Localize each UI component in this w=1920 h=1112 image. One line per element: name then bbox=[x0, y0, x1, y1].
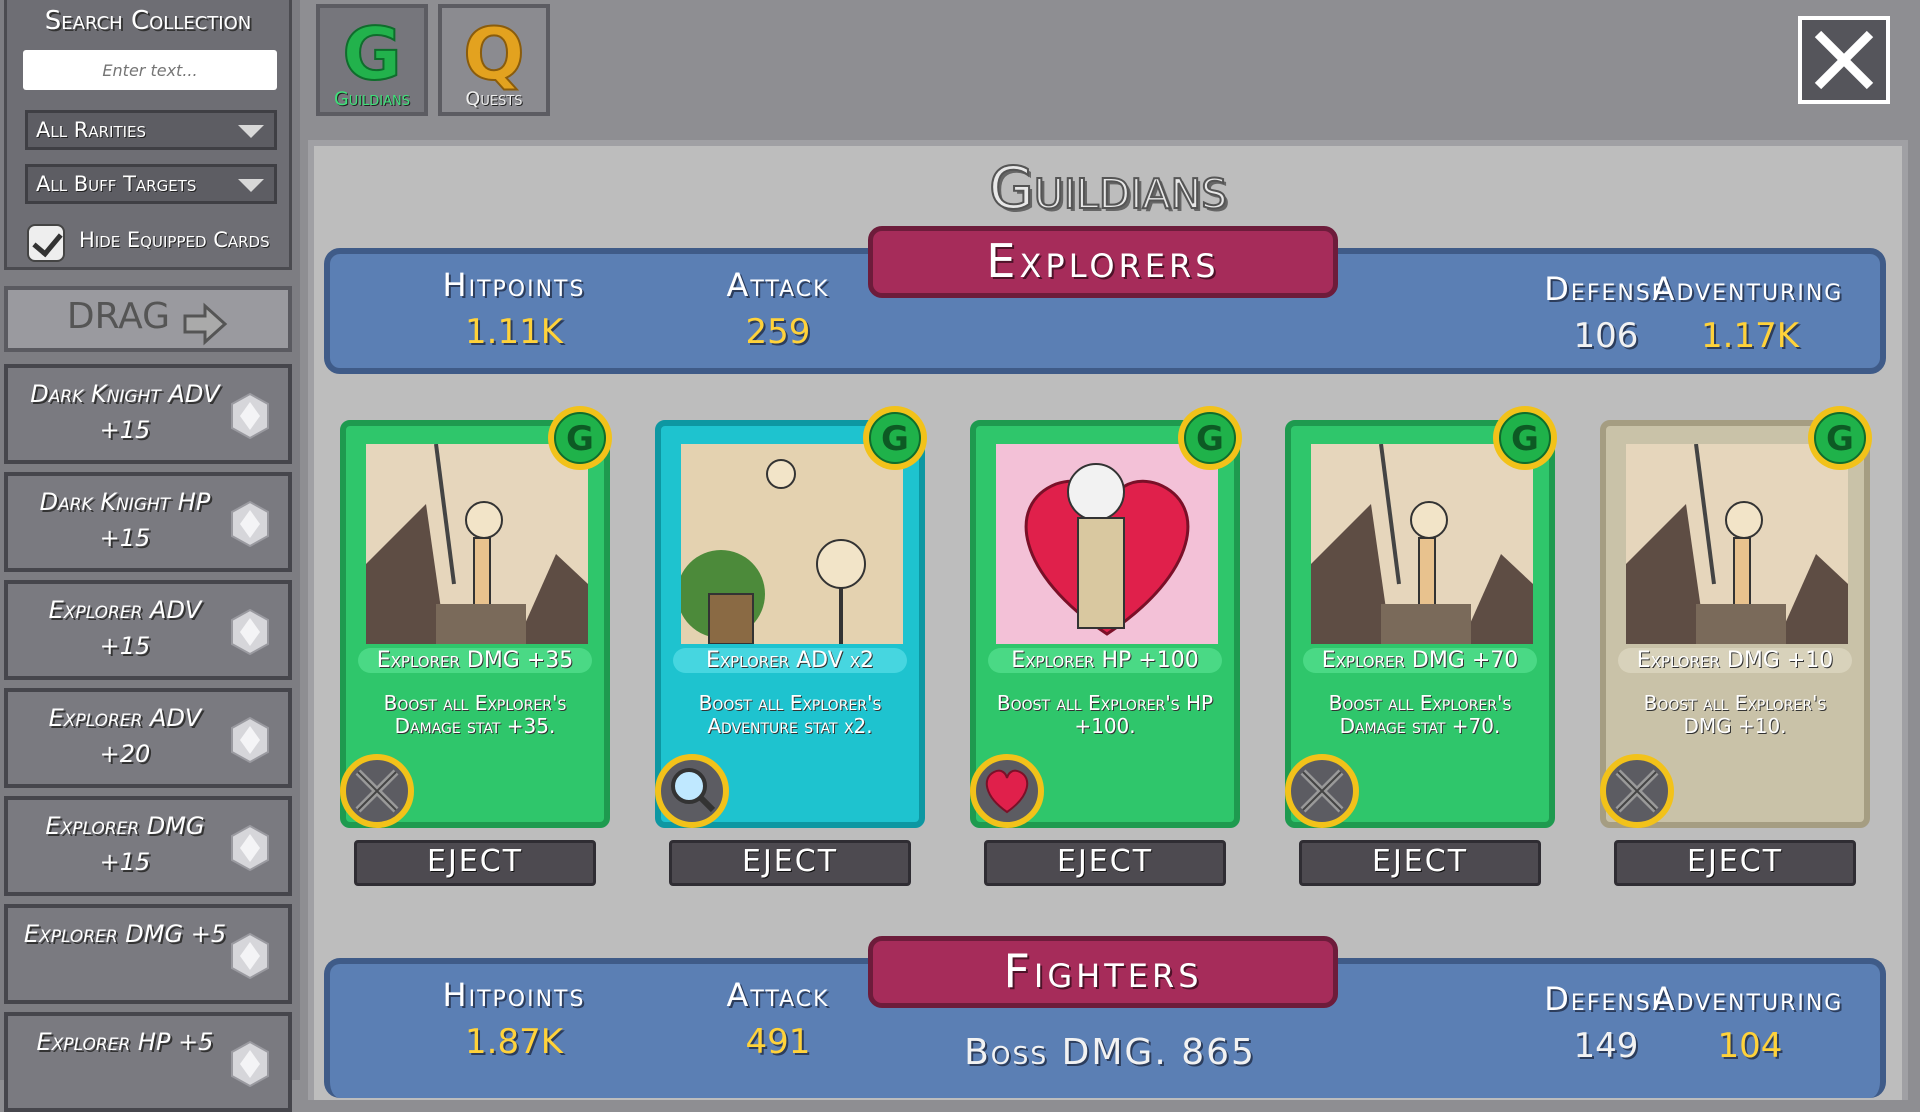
card-title: Explorer HP +100 bbox=[988, 648, 1222, 673]
fighters-adventuring-value: 104 bbox=[1717, 1026, 1783, 1066]
explorers-adventuring-value: 1.17K bbox=[1701, 316, 1799, 356]
equipped-card[interactable]: Explorer HP +100 Boost all Explorer's HP … bbox=[970, 406, 1242, 828]
explorers-adventuring-label: Adventuring bbox=[1652, 270, 1844, 308]
drag-label: DRAG bbox=[66, 296, 171, 337]
fighters-adventuring-label: Adventuring bbox=[1652, 980, 1844, 1018]
collection-card-label: Explorer ADV +15 bbox=[48, 596, 202, 660]
fighters-hitpoints-value: 1.87K bbox=[465, 1022, 563, 1062]
guildians-g-icon: G bbox=[341, 11, 402, 97]
card-title: Explorer DMG +70 bbox=[1303, 648, 1537, 673]
equipped-card[interactable]: Explorer ADV x2 Boost all Explorer's Adve… bbox=[655, 406, 927, 828]
buff-target-dropdown-label: All Buff Targets bbox=[36, 172, 197, 196]
fighters-boss-dmg: Boss DMG. 865 bbox=[964, 1032, 1256, 1073]
swords-icon bbox=[1600, 754, 1674, 828]
card-description: Boost all Explorer's DMG +10. bbox=[1643, 691, 1827, 738]
gem-icon bbox=[231, 716, 269, 764]
card-description: Boost all Explorer's HP +100. bbox=[996, 691, 1214, 738]
explorers-hitpoints-value: 1.11K bbox=[465, 312, 563, 352]
tab-guildians-label: Guildians bbox=[333, 88, 411, 110]
gem-icon bbox=[231, 1040, 269, 1088]
card-title: Explorer ADV x2 bbox=[673, 648, 907, 673]
guildian-g-badge-icon: G bbox=[1178, 406, 1242, 470]
close-icon bbox=[1814, 30, 1874, 90]
chevron-down-icon bbox=[238, 179, 264, 192]
svg-text:G: G bbox=[881, 419, 909, 459]
tab-quests-label: Quests bbox=[465, 88, 523, 110]
gem-icon bbox=[231, 392, 269, 440]
collection-card[interactable]: Dark Knight HP +15 bbox=[4, 472, 292, 572]
collection-card[interactable]: Explorer DMG +15 bbox=[4, 796, 292, 896]
gem-icon bbox=[231, 500, 269, 548]
eject-button[interactable]: EJECT bbox=[1299, 840, 1541, 886]
tab-quests[interactable]: Q Quests bbox=[438, 4, 550, 116]
gem-icon bbox=[231, 932, 269, 980]
magnifier-icon bbox=[655, 754, 729, 828]
explorers-banner: Explorers bbox=[868, 226, 1338, 298]
collection-card-label: Explorer DMG +15 bbox=[45, 812, 205, 876]
collection-card-label: Dark Knight HP +15 bbox=[39, 488, 211, 552]
hide-equipped-checkbox[interactable] bbox=[27, 224, 65, 262]
equipped-card[interactable]: Explorer DMG +70 Boost all Explorer's Dam… bbox=[1285, 406, 1557, 828]
chevron-down-icon bbox=[238, 125, 264, 138]
card-title: Explorer DMG +10 bbox=[1618, 648, 1852, 673]
page-title: Guildians bbox=[988, 153, 1228, 223]
collection-card-label: Explorer HP +5 bbox=[36, 1028, 214, 1056]
eject-button[interactable]: EJECT bbox=[354, 840, 596, 886]
explorers-attack-value: 259 bbox=[745, 312, 811, 352]
tab-guildians[interactable]: G Guildians bbox=[316, 4, 428, 116]
guildian-g-badge-icon: G bbox=[548, 406, 612, 470]
card-description: Boost all Explorer's Damage stat +35. bbox=[383, 691, 567, 738]
rarity-dropdown-label: All Rarities bbox=[36, 118, 147, 142]
svg-text:G: G bbox=[1196, 419, 1224, 459]
hide-equipped-label: Hide Equipped Cards bbox=[79, 228, 270, 252]
collection-sidebar: Search Collection All Rarities All Buff … bbox=[0, 0, 300, 1112]
checkmark-icon bbox=[32, 225, 63, 258]
card-title: Explorer DMG +35 bbox=[358, 648, 592, 673]
swords-icon bbox=[1285, 754, 1359, 828]
arrow-right-icon bbox=[183, 302, 228, 345]
quests-q-icon: Q bbox=[462, 11, 525, 97]
drag-handle[interactable]: DRAG bbox=[4, 286, 292, 352]
eject-button[interactable]: EJECT bbox=[984, 840, 1226, 886]
rarity-dropdown[interactable]: All Rarities bbox=[25, 110, 277, 150]
guildian-g-badge-icon: G bbox=[863, 406, 927, 470]
svg-text:G: G bbox=[566, 419, 594, 459]
fighters-hitpoints-label: Hitpoints bbox=[442, 976, 586, 1014]
guildian-g-badge-icon: G bbox=[1493, 406, 1557, 470]
collection-card-label: Explorer ADV +20 bbox=[48, 704, 202, 768]
eject-button[interactable]: EJECT bbox=[1614, 840, 1856, 886]
equipped-card[interactable]: Explorer DMG +10 Boost all Explorer's DMG… bbox=[1600, 406, 1872, 828]
card-description: Boost all Explorer's Adventure stat x2. bbox=[698, 691, 882, 738]
equipped-card[interactable]: Explorer DMG +35 Boost all Explorer's Dam… bbox=[340, 406, 612, 828]
collection-card-label: Dark Knight ADV +15 bbox=[30, 380, 220, 444]
heart-icon bbox=[970, 754, 1044, 828]
swords-icon bbox=[340, 754, 414, 828]
collection-card-label: Explorer DMG +5 bbox=[23, 920, 227, 948]
search-collection-title: Search Collection bbox=[44, 6, 252, 36]
collection-card[interactable]: Dark Knight ADV +15 bbox=[4, 364, 292, 464]
collection-card[interactable]: Explorer ADV +20 bbox=[4, 688, 292, 788]
fighters-banner: Fighters bbox=[868, 936, 1338, 1008]
gem-icon bbox=[231, 608, 269, 656]
guildian-g-badge-icon: G bbox=[1808, 406, 1872, 470]
collection-card[interactable]: Explorer ADV +15 bbox=[4, 580, 292, 680]
eject-button[interactable]: EJECT bbox=[669, 840, 911, 886]
svg-text:G: G bbox=[1826, 419, 1854, 459]
collection-card[interactable]: Explorer HP +5 bbox=[4, 1012, 292, 1112]
buff-target-dropdown[interactable]: All Buff Targets bbox=[25, 164, 277, 204]
explorers-hitpoints-label: Hitpoints bbox=[442, 266, 586, 304]
card-description: Boost all Explorer's Damage stat +70. bbox=[1328, 691, 1512, 738]
svg-text:G: G bbox=[1511, 419, 1539, 459]
gem-icon bbox=[231, 824, 269, 872]
close-button[interactable] bbox=[1798, 16, 1890, 104]
collection-card[interactable]: Explorer DMG +5 bbox=[4, 904, 292, 1004]
search-panel: Search Collection All Rarities All Buff … bbox=[4, 0, 292, 270]
search-input[interactable] bbox=[23, 50, 277, 90]
fighters-attack-value: 491 bbox=[745, 1022, 811, 1062]
